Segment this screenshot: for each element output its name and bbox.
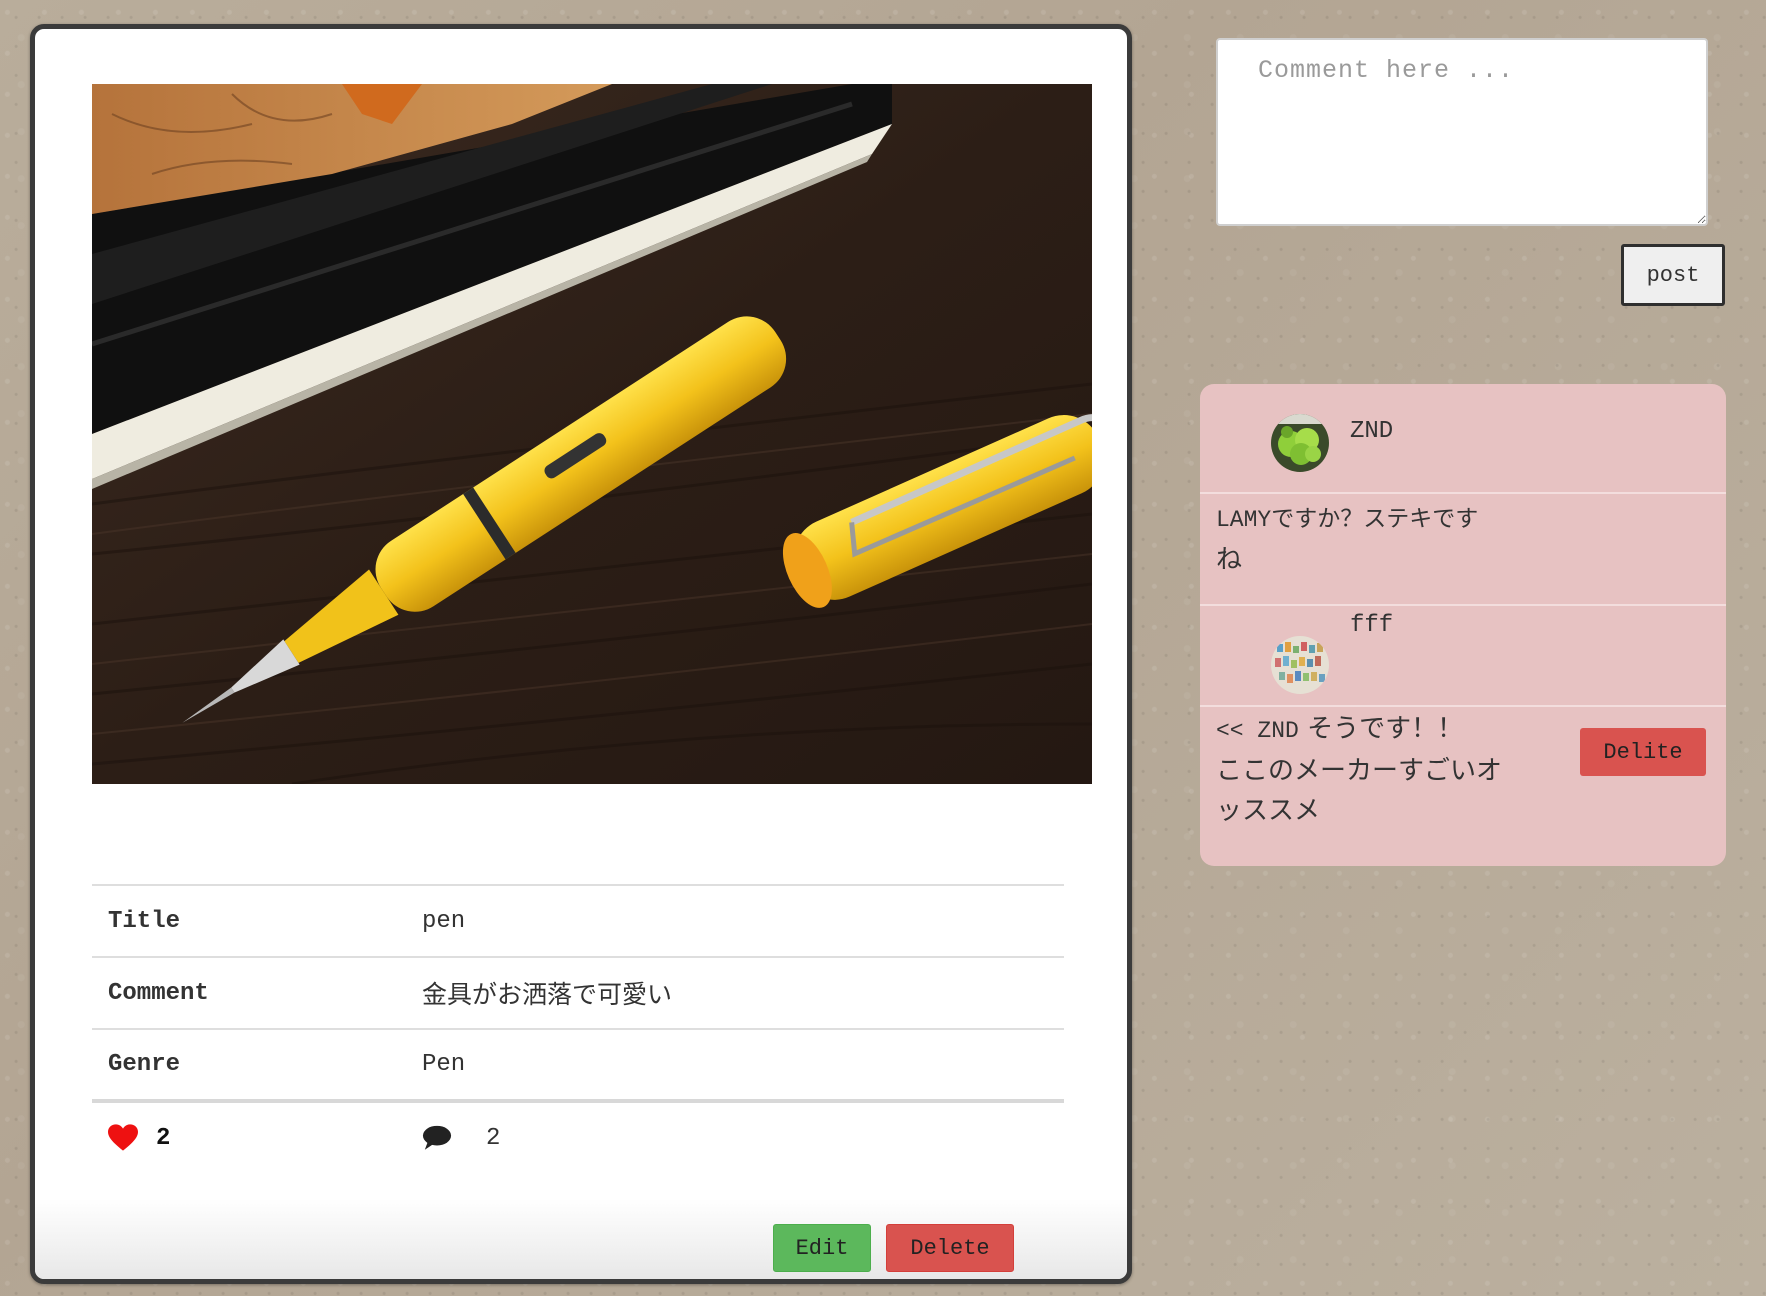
table-row: Genre Pen: [92, 1028, 1064, 1101]
like-count: 2: [156, 1124, 171, 1152]
row-label-genre: Genre: [92, 1028, 406, 1101]
comment-textarea[interactable]: [1216, 38, 1708, 226]
reply-mention: << ZND: [1216, 718, 1299, 744]
comment-author: ZND: [1350, 418, 1394, 445]
comment-line: ここのメーカーすごいオ: [1216, 756, 1503, 786]
table-row: Title pen: [92, 884, 1064, 957]
comment-divider: [1200, 705, 1726, 707]
post-photo: [92, 84, 1092, 784]
stats-row: 2 2: [92, 1099, 1064, 1173]
comment-line: LAMYですか？ステキです: [1216, 507, 1479, 533]
comment-text: LAMYですか？ステキです ね: [1216, 498, 1546, 580]
edit-button[interactable]: Edit: [773, 1224, 871, 1272]
post-card: Title pen Comment 金具がお洒落で可愛い Genre Pen 2: [30, 24, 1132, 1284]
row-value-genre: Pen: [406, 1028, 1064, 1101]
delete-comment-button[interactable]: Delite: [1580, 728, 1706, 776]
comment-bubble-icon: [422, 1125, 452, 1151]
comment-text: << ZND そうです！！ ここのメーカーすごいオ ッススメ: [1216, 709, 1546, 831]
avatar[interactable]: [1271, 636, 1329, 694]
comment-line: ッススメ: [1216, 796, 1321, 826]
post-details-table: Title pen Comment 金具がお洒落で可愛い Genre Pen 2: [92, 884, 1064, 1173]
post-comment-button[interactable]: post: [1621, 244, 1725, 306]
row-value-comment: 金具がお洒落で可愛い: [406, 956, 1064, 1029]
row-label-title: Title: [92, 884, 406, 957]
comments-cell: 2: [406, 1099, 1064, 1173]
comment-divider: [1200, 604, 1726, 606]
row-label-comment: Comment: [92, 956, 406, 1029]
heart-icon[interactable]: [108, 1124, 138, 1152]
comment-divider: [1200, 492, 1726, 494]
comment-line: ね: [1216, 545, 1243, 575]
comments-panel: ZND LAMYですか？ステキです ね fff << ZND そうです！！ ここ…: [1200, 384, 1726, 866]
avatar[interactable]: [1271, 414, 1329, 472]
comment-line: そうです！！: [1307, 714, 1464, 744]
comment-count: 2: [486, 1124, 501, 1152]
comment-author: fff: [1350, 612, 1394, 639]
likes-cell: 2: [92, 1099, 406, 1173]
delete-button[interactable]: Delete: [886, 1224, 1014, 1272]
table-row: Comment 金具がお洒落で可愛い: [92, 956, 1064, 1029]
row-value-title: pen: [406, 884, 1064, 957]
